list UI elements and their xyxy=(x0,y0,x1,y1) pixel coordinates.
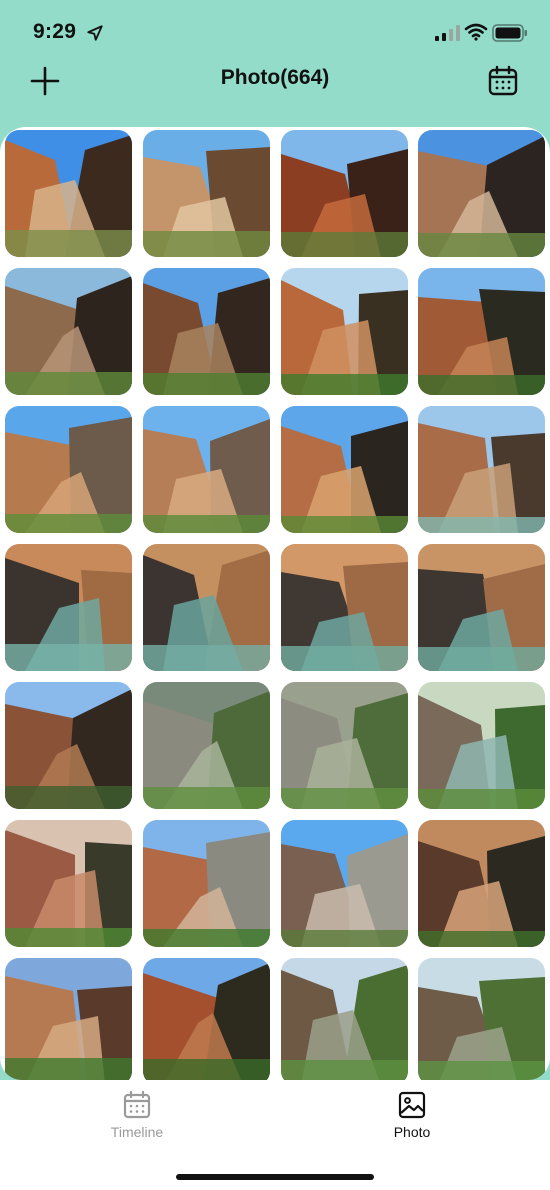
photo-thumbnail[interactable] xyxy=(143,268,270,395)
photo-thumbnail[interactable] xyxy=(418,406,545,533)
photo-thumbnail[interactable] xyxy=(281,820,408,947)
photo-thumbnail[interactable] xyxy=(143,544,270,671)
tab-timeline[interactable]: Timeline xyxy=(77,1090,197,1140)
app-header: Photo(664) xyxy=(0,54,550,106)
photo-grid xyxy=(0,127,550,1080)
tab-timeline-label: Timeline xyxy=(110,1124,164,1140)
photo-thumbnail[interactable] xyxy=(418,958,545,1080)
photo-thumbnail[interactable] xyxy=(5,820,132,947)
photo-thumbnail[interactable] xyxy=(143,958,270,1080)
photo-thumbnail[interactable] xyxy=(281,268,408,395)
photo-thumbnail[interactable] xyxy=(281,406,408,533)
photo-thumbnail[interactable] xyxy=(143,682,270,809)
photo-thumbnail[interactable] xyxy=(5,958,132,1080)
photo-thumbnail[interactable] xyxy=(5,406,132,533)
image-icon xyxy=(398,1091,426,1119)
photo-thumbnail[interactable] xyxy=(418,268,545,395)
status-time: 9:29 xyxy=(33,20,77,43)
photo-thumbnail[interactable] xyxy=(418,544,545,671)
photo-thumbnail[interactable] xyxy=(143,406,270,533)
photo-thumbnail[interactable] xyxy=(281,958,408,1080)
photo-thumbnail[interactable] xyxy=(5,544,132,671)
photo-thumbnail[interactable] xyxy=(418,682,545,809)
location-arrow-icon xyxy=(87,25,103,41)
photo-thumbnail[interactable] xyxy=(143,130,270,257)
photo-thumbnail[interactable] xyxy=(143,820,270,947)
page-title: Photo(664) xyxy=(220,66,330,89)
photo-thumbnail[interactable] xyxy=(418,820,545,947)
tab-photo[interactable]: Photo xyxy=(352,1090,472,1140)
calendar-icon xyxy=(123,1090,151,1119)
photo-thumbnail[interactable] xyxy=(5,268,132,395)
photo-thumbnail[interactable] xyxy=(281,130,408,257)
calendar-icon[interactable] xyxy=(486,64,520,98)
home-indicator xyxy=(176,1174,374,1180)
photo-thumbnail[interactable] xyxy=(418,130,545,257)
battery-icon xyxy=(492,24,527,42)
tab-photo-label: Photo xyxy=(393,1124,431,1140)
cellular-signal-icon xyxy=(435,25,460,41)
photo-thumbnail[interactable] xyxy=(5,682,132,809)
photo-thumbnail[interactable] xyxy=(281,682,408,809)
status-bar: 9:29 xyxy=(0,0,550,62)
photo-thumbnail[interactable] xyxy=(281,544,408,671)
wifi-icon xyxy=(464,23,488,41)
photo-thumbnail[interactable] xyxy=(5,130,132,257)
